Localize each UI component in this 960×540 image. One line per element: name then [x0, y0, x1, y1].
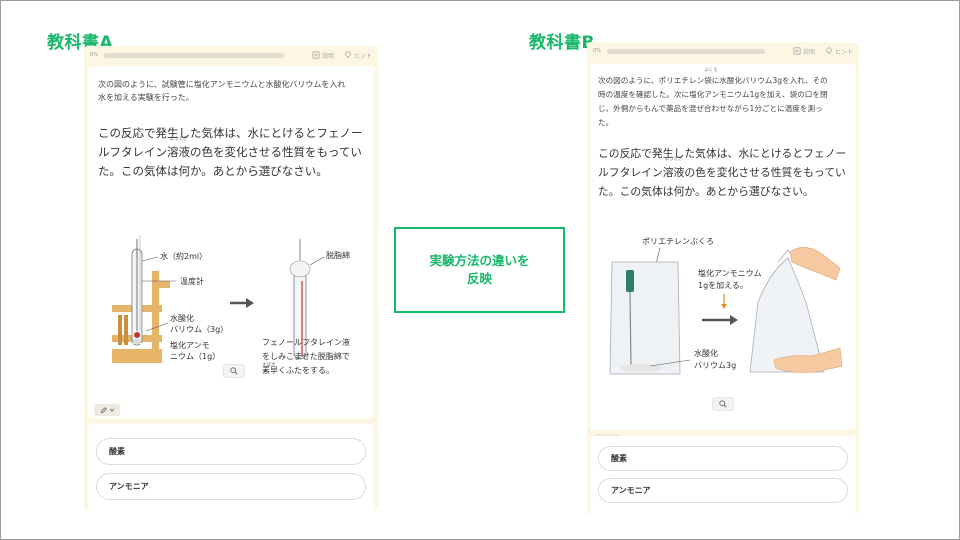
question-line: た。この気体は何か。あとから選びなさい。	[598, 185, 814, 198]
options-card: 酸素 アンモニア	[590, 436, 856, 514]
setup-line: じ、外側からもんで薬品を混ぜ合わせながら1分ごとに温度を測っ	[598, 104, 823, 113]
explain-button[interactable]: 説明	[793, 47, 815, 56]
arrow-icon	[230, 298, 254, 308]
setup-fragment: に水酸化バリウム3gを入れ、その	[711, 76, 828, 85]
question-card: 次の図のように、ポリエチレン ぶくろ 袋に水酸化バリウム3gを入れ、その 時の温度を…	[590, 64, 856, 446]
explain-icon	[312, 51, 320, 59]
zoom-button[interactable]	[223, 364, 245, 378]
ruby-reading: ようえき	[169, 137, 188, 142]
lightbulb-icon	[826, 47, 832, 54]
explain-label: 説明	[321, 52, 334, 60]
experiment-diagram-b: ポリエチレンぶくろ 塩化アンモニウム 1gを加える。 水酸化 バリウム3g	[609, 237, 843, 375]
question-card: 次の図のように、試験管に塩化アンモニウムと水酸化バリウムを入れ 水を加える実験を…	[88, 66, 374, 418]
callout-line: 実験方法の違いを	[429, 253, 530, 268]
progress-percent: 0%	[593, 48, 601, 54]
option-ammonia[interactable]: アンモニア	[598, 478, 848, 503]
question-fragment: ルフタレイン	[598, 166, 663, 179]
explain-button[interactable]: 説明	[312, 51, 334, 60]
setup-fragment: 次の図のように、ポリエチレン	[598, 76, 705, 85]
question-text: この反応で発生した気体は、水にとけるとフェノー ルフタレイン ようえき溶液の色を変…	[98, 124, 370, 181]
question-setup: 次の図のように、ポリエチレン ぶくろ 袋に水酸化バリウム3gを入れ、その 時の温度を…	[598, 68, 852, 130]
label-baoh: 水酸化	[694, 348, 718, 358]
options-card: 酸素 アンモニア	[88, 424, 374, 510]
textbook-b-screen: 0% 説明 ヒント 次の図のように、ポリエチレン ぶくろ 袋に水酸化バリウム3gを入…	[587, 42, 859, 514]
zoom-button[interactable]	[712, 397, 734, 411]
option-oxygen[interactable]: 酸素	[598, 446, 848, 471]
label-baoh: バリウム3g	[694, 361, 736, 370]
down-arrow-icon	[721, 294, 727, 309]
progress-bar	[104, 52, 284, 58]
ruby-word: ようえき 溶液	[167, 137, 190, 162]
question-line: た。この気体は何か。あとから選びなさい。	[98, 164, 328, 178]
setup-line: た。	[598, 118, 614, 127]
ruby-reading: すばや	[262, 361, 276, 368]
label-baoh: バリウム（3g）	[170, 325, 228, 334]
top-toolbar: 0% 説明 ヒント	[84, 46, 378, 64]
test-tube-a	[131, 235, 143, 346]
explain-icon	[793, 47, 801, 55]
question-fragment: の色を変化させる性質をもってい	[190, 145, 362, 159]
chevron-down-icon	[109, 408, 114, 412]
option-ammonia[interactable]: アンモニア	[96, 473, 366, 500]
progress-percent: 0%	[90, 52, 98, 58]
ruby-base: 溶液	[662, 166, 685, 179]
ruby-base: 袋	[704, 76, 712, 85]
ruby-reading: ぶくろ	[704, 68, 718, 73]
question-line: この反応で発生した気体は、水にとけるとフェノー	[98, 126, 363, 140]
ruby-reading: ようえき	[664, 157, 683, 162]
lightbulb-icon	[345, 51, 351, 58]
option-oxygen[interactable]: 酸素	[96, 438, 366, 465]
setup-line: 水を加える実験を行った。	[98, 93, 194, 102]
callout-line: 反映	[466, 271, 492, 286]
hint-button[interactable]: ヒント	[344, 51, 372, 60]
question-setup: 次の図のように、試験管に塩化アンモニウムと水酸化バリウムを入れ 水を加える実験を…	[98, 78, 370, 104]
ruby-base: 溶液	[167, 145, 190, 159]
question-fragment: ルフタレイン	[98, 145, 167, 159]
textbook-a-screen: 0% 説明 ヒント 次の図のように、試験管に塩化アンモニウムと水酸化バリウムを入…	[84, 46, 378, 510]
diagram-caption: をしみこませた脱脂綿で	[262, 351, 350, 361]
difference-callout: 実験方法の違いを 反映	[394, 227, 565, 313]
arrow-icon	[702, 315, 738, 325]
polyethylene-bag	[609, 261, 681, 375]
label-nh4cl: 塩化アンモ	[170, 340, 210, 350]
ruby-word: ぶくろ袋	[704, 68, 718, 88]
question-line: ルフタレイン ようえき溶液の色を変化させる性質をもってい	[98, 137, 370, 162]
question-fragment: の色を変化させる性質をもってい	[684, 166, 846, 179]
experiment-diagram-a: 水（約2ml） 温度計 水酸化 バリウム（3g） 塩化アンモ ニウム（1g） 脱…	[112, 235, 350, 375]
memo-icon	[100, 406, 107, 413]
question-line: この反応で発生した気体は、水にとけるとフェノー	[598, 147, 847, 160]
diagram-caption: フェノールフタレイン液	[262, 337, 350, 347]
question-line: ルフタレイン ようえき溶液の色を変化させる性質をもってい	[598, 157, 856, 182]
label-thermometer: 温度計	[180, 276, 204, 286]
label-baoh: 水酸化	[170, 313, 194, 323]
hint-label: ヒント	[834, 48, 853, 56]
explain-label: 説明	[802, 48, 815, 56]
zoom-icon	[719, 400, 727, 408]
label-add: 塩化アンモニウム	[698, 268, 762, 278]
label-cotton: 脱脂綿	[326, 250, 350, 260]
ruby-word: ようえき 溶液	[662, 157, 685, 182]
label-water: 水（約2ml）	[160, 251, 207, 261]
label-nh4cl: ニウム（1g）	[170, 352, 220, 361]
hint-button[interactable]: ヒント	[825, 47, 853, 56]
setup-line: 次の図のように、ポリエチレン ぶくろ 袋に水酸化バリウム3gを入れ、その	[598, 68, 852, 88]
label-add: 1gを加える。	[698, 280, 748, 290]
label-bag: ポリエチレンぶくろ	[642, 237, 714, 246]
memo-button[interactable]	[94, 404, 120, 416]
top-toolbar: 0% 説明 ヒント	[587, 42, 859, 60]
setup-line: 時の温度を確認した。次に塩化アンモニウム1gを加え、袋の口を閉	[598, 90, 828, 99]
zoom-icon	[230, 367, 238, 375]
progress-bar	[607, 48, 765, 54]
question-text: この反応で発生した気体は、水にとけるとフェノー ルフタレイン ようえき溶液の色を変…	[598, 144, 856, 201]
heading-textbook-b: 教科書B	[529, 33, 595, 53]
hint-label: ヒント	[353, 52, 372, 60]
setup-line: 次の図のように、試験管に塩化アンモニウムと水酸化バリウムを入れ	[98, 80, 346, 89]
